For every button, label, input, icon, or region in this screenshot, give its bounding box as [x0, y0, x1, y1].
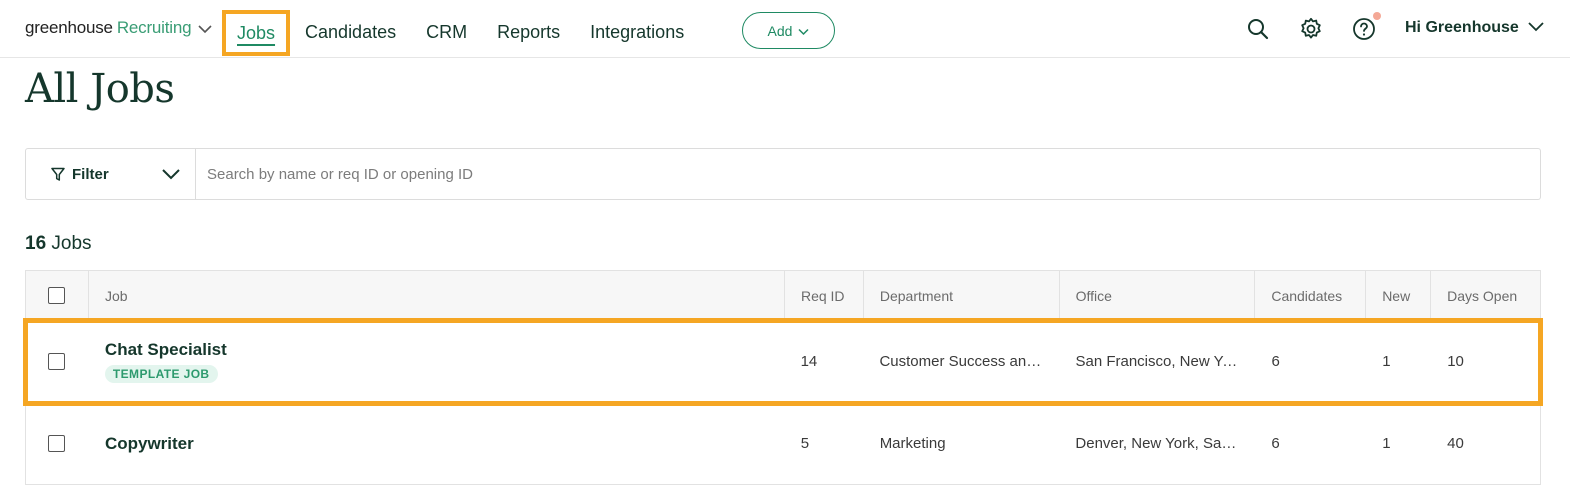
template-job-badge: TEMPLATE JOB	[104, 365, 218, 383]
job-title-link[interactable]: Chat Specialist	[105, 340, 227, 360]
office-text: San Francisco, New York	[1075, 353, 1244, 370]
job-cell: Copywriter	[89, 403, 785, 484]
top-icon-group	[1246, 12, 1381, 41]
user-menu[interactable]: Hi Greenhouse	[1405, 19, 1545, 37]
candidates-cell[interactable]: 6	[1255, 403, 1366, 484]
table-row[interactable]: Copywriter 5 Marketing Denver, New York,…	[26, 403, 1540, 485]
new-cell[interactable]: 1	[1366, 321, 1431, 402]
row-checkbox[interactable]	[48, 435, 65, 452]
brand-logo[interactable]: greenhouse Recruiting	[25, 18, 212, 38]
user-greeting: Hi Greenhouse	[1405, 19, 1519, 36]
column-header-candidates[interactable]: Candidates	[1255, 271, 1367, 320]
chevron-down-icon	[798, 23, 809, 39]
table-row[interactable]: Chat Specialist TEMPLATE JOB 14 Customer…	[23, 318, 1543, 406]
days-open-cell: 40	[1447, 435, 1464, 452]
row-checkbox[interactable]	[48, 353, 65, 370]
filter-search-bar: Filter	[25, 148, 1541, 200]
department-cell: Marketing	[864, 403, 1060, 484]
nav-item-candidates[interactable]: Candidates	[290, 10, 411, 56]
office-cell: Denver, New York, San Francisco	[1059, 403, 1255, 484]
job-count-number: 16	[25, 233, 47, 254]
search-input[interactable]	[196, 149, 1540, 199]
job-cell: Chat Specialist TEMPLATE JOB	[89, 321, 785, 402]
candidates-cell[interactable]: 6	[1255, 321, 1366, 402]
table-header: Job Req ID Department Office Candidates …	[26, 271, 1540, 321]
search-icon[interactable]	[1246, 17, 1270, 41]
nav-item-reports[interactable]: Reports	[482, 10, 575, 56]
req-id-cell: 5	[800, 435, 810, 452]
funnel-icon	[51, 167, 65, 182]
notification-dot	[1373, 12, 1381, 20]
brand-name: greenhouse	[25, 18, 113, 37]
add-button[interactable]: Add	[742, 12, 835, 49]
chevron-down-icon	[1527, 19, 1545, 37]
department-text: Marketing	[879, 435, 946, 452]
req-id-cell: 14	[800, 353, 818, 370]
select-all-checkbox[interactable]	[48, 287, 65, 304]
days-open-cell: 10	[1447, 353, 1464, 370]
jobs-table: Job Req ID Department Office Candidates …	[23, 270, 1543, 485]
row-checkbox-cell	[26, 321, 89, 402]
department-cell: Customer Success and Support	[863, 321, 1059, 402]
filter-dropdown[interactable]: Filter	[26, 149, 196, 199]
chevron-down-icon	[161, 165, 181, 187]
job-count-label: Jobs	[51, 233, 92, 254]
filter-label: Filter	[72, 165, 109, 183]
nav-item-jobs[interactable]: Jobs	[222, 10, 291, 56]
row-checkbox-cell	[26, 403, 89, 484]
header-checkbox-cell	[26, 271, 89, 320]
nav-item-integrations[interactable]: Integrations	[575, 10, 699, 56]
job-title-link[interactable]: Copywriter	[105, 434, 194, 454]
new-cell[interactable]: 1	[1366, 403, 1431, 484]
column-header-office[interactable]: Office	[1060, 271, 1256, 320]
brand-product: Recruiting	[116, 18, 192, 37]
office-text: Denver, New York, San Francisco	[1075, 435, 1255, 452]
top-navigation-bar: greenhouse Recruiting Jobs Candidates CR…	[0, 0, 1570, 58]
chevron-down-icon	[197, 21, 212, 35]
column-header-job[interactable]: Job	[89, 271, 785, 320]
main-nav: Jobs Candidates CRM Reports Integrations	[222, 10, 699, 56]
column-header-days-open[interactable]: Days Open	[1431, 271, 1540, 320]
department-text: Customer Success and Support	[879, 353, 1059, 370]
nav-item-crm[interactable]: CRM	[411, 10, 482, 56]
column-header-req-id[interactable]: Req ID	[785, 271, 864, 320]
gear-icon[interactable]	[1299, 17, 1323, 41]
column-header-department[interactable]: Department	[864, 271, 1060, 320]
add-button-label: Add	[767, 22, 793, 39]
office-cell: San Francisco, New York	[1059, 321, 1255, 402]
job-count: 16 Jobs	[25, 233, 92, 255]
help-icon[interactable]	[1352, 12, 1381, 41]
column-header-new[interactable]: New	[1366, 271, 1432, 320]
page-title: All Jobs	[25, 66, 175, 112]
